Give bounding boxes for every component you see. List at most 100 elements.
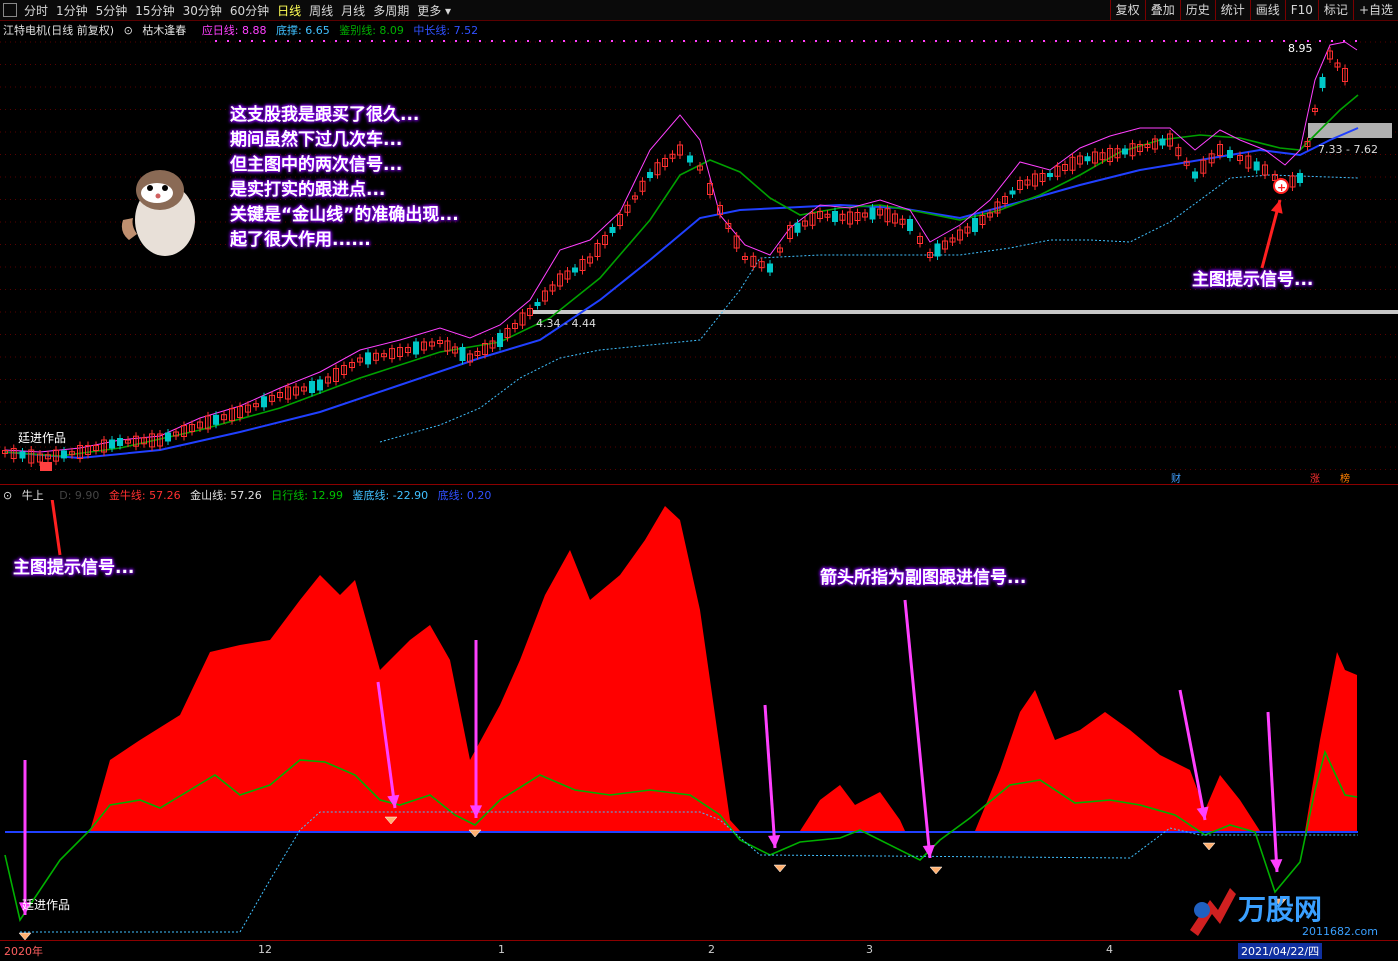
- period-tab-weekly[interactable]: 周线: [305, 2, 337, 19]
- fuquan-button[interactable]: 复权: [1109, 0, 1145, 20]
- grid-menu-icon[interactable]: [3, 3, 17, 17]
- axis-label: 12: [258, 943, 272, 956]
- diamond-signal-marker: [929, 866, 943, 875]
- candle-body: [61, 450, 67, 459]
- period-tab-fenshi[interactable]: 分时: [20, 2, 52, 19]
- indicator-dropdown[interactable]: ⊙ 枯木逢春: [124, 24, 193, 37]
- period-tab-5min[interactable]: 5分钟: [92, 2, 132, 19]
- candle-body: [972, 218, 978, 232]
- watermark-text: 万股网: [1238, 893, 1323, 926]
- author-label-top: 廷进作品: [18, 431, 67, 445]
- candle-body: [309, 381, 315, 393]
- period-tab-30min[interactable]: 30分钟: [179, 2, 226, 19]
- candle-body: [1084, 156, 1091, 162]
- period-tab-monthly[interactable]: 月线: [337, 2, 369, 19]
- candle-body: [1047, 173, 1053, 177]
- legend-ying: 应日线: 8.88: [201, 24, 267, 37]
- period-tab-multi[interactable]: 多周期: [369, 2, 413, 19]
- candle-body: [1009, 190, 1016, 195]
- jinniu-area: [975, 690, 1260, 831]
- main-signal-label-right: 主图提示信号...: [1192, 270, 1314, 290]
- period-tab-60min[interactable]: 60分钟: [226, 2, 273, 19]
- indicator-name: 枯木逢春: [142, 24, 187, 37]
- add-watchlist-button[interactable]: +自选: [1352, 0, 1398, 20]
- candle-body: [213, 414, 219, 425]
- diamond-signal-marker: [1202, 842, 1216, 851]
- candle-body: [609, 227, 616, 233]
- sub-signal-label: 箭头所指为副图跟进信号...: [820, 568, 1027, 588]
- watermark-url: 2011682.com: [1302, 925, 1378, 938]
- period-tab-daily[interactable]: 日线: [273, 2, 305, 19]
- candle-body: [117, 438, 123, 446]
- draw-line-button[interactable]: 画线: [1249, 0, 1285, 20]
- candle-body: [459, 347, 466, 361]
- signal-arrow-left: [50, 500, 62, 556]
- candle-body: [647, 172, 653, 178]
- candle-body: [1297, 173, 1303, 183]
- candle-body: [413, 341, 419, 355]
- price-high-label: 8.95: [1288, 42, 1313, 55]
- finance-badge[interactable]: 财: [1171, 470, 1181, 485]
- limit-up-badge[interactable]: 涨: [1310, 470, 1320, 485]
- candle-body: [1192, 171, 1198, 179]
- annotation-line: 期间虽然下过几次车...: [230, 130, 403, 150]
- candle-body: [1319, 77, 1326, 88]
- period-toolbar: 分时 1分钟 5分钟 15分钟 30分钟 60分钟 日线 周线 月线 多周期 更…: [0, 0, 1398, 21]
- candle-body: [365, 352, 371, 365]
- candle-body: [261, 396, 267, 408]
- price-range-left: 4.34 - 4.44: [536, 317, 596, 330]
- sub-indicator-chart[interactable]: [0, 500, 1398, 940]
- main-annotation-block: 这支股我是跟买了很久... 期间虽然下过几次车... 但主图中的两次信号... …: [230, 103, 459, 253]
- main-signal-label-left: 主图提示信号...: [13, 558, 135, 578]
- overlay-button[interactable]: 叠加: [1144, 0, 1180, 20]
- ferret-mascot-icon: [121, 170, 195, 256]
- ranking-badge[interactable]: 榜: [1340, 470, 1350, 485]
- candle-body: [165, 432, 171, 442]
- diamond-signal-marker: [773, 864, 787, 873]
- diamond-signal-marker: [18, 932, 32, 940]
- axis-label: 1: [498, 943, 505, 956]
- period-tab-15min[interactable]: 15分钟: [131, 2, 178, 19]
- candle-body: [869, 207, 876, 220]
- candle-body: [497, 333, 503, 347]
- site-watermark: 万股网 2011682.com: [1180, 880, 1395, 942]
- stock-title: 江特电机(日线 前复权): [3, 24, 115, 37]
- sub-signal-arrow: [763, 704, 777, 849]
- annotation-line: 但主图中的两次信号...: [230, 155, 403, 175]
- chevron-down-icon: ▾: [445, 3, 452, 18]
- candle-body: [832, 211, 838, 222]
- plus-icon: +: [1277, 181, 1286, 194]
- candle-body: [1159, 138, 1166, 146]
- candle-body: [1227, 150, 1233, 158]
- period-tab-more[interactable]: 更多 ▾: [413, 2, 455, 19]
- price-range-right: 7.33 - 7.62: [1318, 143, 1378, 156]
- legend-zhongchang: 中长线: 7.52: [413, 24, 479, 37]
- annotation-line: 起了很大作用......: [230, 230, 371, 250]
- history-button[interactable]: 历史: [1179, 0, 1215, 20]
- candle-body: [1253, 161, 1260, 171]
- candle-body: [687, 155, 693, 163]
- period-tab-1min[interactable]: 1分钟: [52, 2, 92, 19]
- candle-body: [794, 222, 801, 233]
- f10-button[interactable]: F10: [1284, 0, 1318, 20]
- annotation-line: 关键是“金山线”的准确出现...: [230, 205, 459, 225]
- cursor-date-tag: 2021/04/22/四: [1238, 943, 1323, 959]
- sub-signal-arrow-head: [1270, 859, 1283, 872]
- chevron-circle-icon: ⊙: [123, 24, 133, 37]
- support-band-left: [532, 310, 1398, 314]
- mark-button[interactable]: 标记: [1317, 0, 1353, 20]
- jinniu-area: [800, 785, 905, 831]
- sub-signal-arrow: [1266, 711, 1279, 873]
- legend-jianbie: 鉴别线: 8.09: [339, 24, 404, 37]
- stats-button[interactable]: 统计: [1214, 0, 1250, 20]
- candle-body: [934, 243, 941, 257]
- candle-body: [1122, 148, 1128, 155]
- more-label: 更多: [417, 3, 442, 18]
- ma-short-line: [4, 41, 1358, 453]
- axis-label: 4: [1106, 943, 1113, 956]
- left-signal-marker: [40, 462, 52, 471]
- sub-signal-arrow-head: [768, 834, 781, 848]
- annotation-line: 是实打实的跟进点...: [230, 180, 386, 200]
- main-candlestick-chart[interactable]: +: [0, 38, 1398, 484]
- candle-body: [317, 379, 323, 391]
